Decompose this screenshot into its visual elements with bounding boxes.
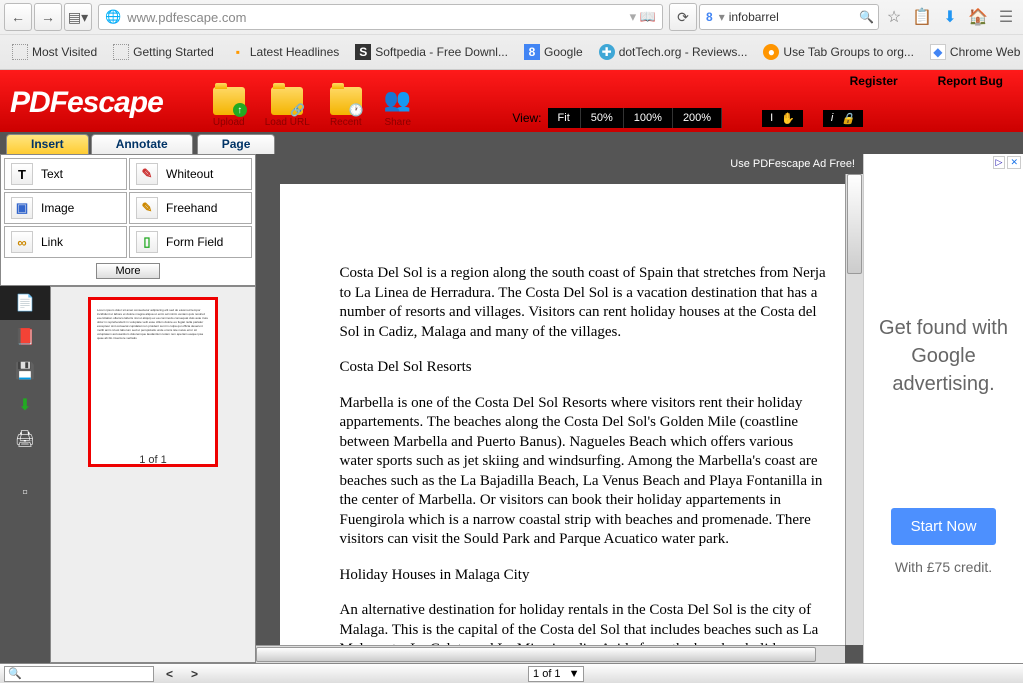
ad-credit: With £75 credit. [864,559,1023,575]
tab-page[interactable]: Page [197,134,276,154]
bookmark-google[interactable]: 8Google [518,42,589,62]
reader-icon[interactable]: ▾ 📖 [630,9,656,25]
text-cursor-icon: I [770,112,773,124]
pages-icon[interactable]: 📄 [0,286,50,320]
bookmark-dropdown[interactable]: ▤▾ [64,3,92,31]
zoom-200[interactable]: 200% [673,108,722,128]
page-thumbnail[interactable]: Lorem ipsum dolor sit amet consectetur a… [88,297,218,467]
tab-annotate[interactable]: Annotate [91,134,193,154]
prev-page[interactable]: < [166,667,173,681]
ad-cta-button[interactable]: Start Now [891,508,997,545]
report-bug-link[interactable]: Report Bug [938,74,1003,88]
search-engine-icon: 8 [704,10,715,24]
url-text: www.pdfescape.com [127,10,246,25]
doc-paragraph: An alternative destination for holiday r… [340,601,830,645]
load-url-button[interactable]: Load URL [265,87,310,128]
star-icon[interactable]: ☆ [881,4,907,30]
bookmark-tabgroups[interactable]: ●Use Tab Groups to org... [757,42,920,62]
view-controls: View: Fit 50% 100% 200% I✋ i🔒 [512,108,863,128]
find-input[interactable]: 🔍 [4,666,154,682]
bookmarks-bar: Most Visited Getting Started ▪Latest Hea… [0,34,1023,68]
document-scroll[interactable]: Costa Del Sol is a region along the sout… [256,174,863,645]
doc-paragraph: Costa Del Sol is a region along the sout… [340,264,830,342]
horizontal-scrollbar[interactable] [256,645,845,663]
pdf-icon[interactable]: 📕 [0,320,50,354]
logo: PDFescape [0,86,173,132]
reload-button[interactable]: ⟳ [669,3,697,31]
tool-whiteout[interactable]: ✎Whiteout [129,158,252,190]
doc-heading: Costa Del Sol Resorts [340,358,830,378]
clipboard-icon[interactable]: 📋 [909,4,935,30]
left-panel: TText ✎Whiteout ▣Image ✎Freehand ∞Link ▯… [0,154,256,663]
lock-icon: 🔒 [841,112,855,125]
pdf-page: Costa Del Sol is a region along the sout… [280,184,850,645]
url-bar[interactable]: 🌐 www.pdfescape.com ▾ 📖 [98,4,663,30]
view-label: View: [512,111,541,125]
download-icon[interactable]: ⬇ [937,4,963,30]
home-icon[interactable]: 🏠 [965,4,991,30]
bookmark-chrome-store[interactable]: ◆Chrome Web Store - P... [924,42,1023,62]
thumbnail-label: 1 of 1 [91,458,215,462]
doc-paragraph: Marbella is one of the Costa Del Sol Res… [340,394,830,550]
bookmark-latest-headlines[interactable]: ▪Latest Headlines [224,42,345,62]
bookmark-dottech[interactable]: ✚dotTech.org - Reviews... [593,42,754,62]
tool-link[interactable]: ∞Link [4,226,127,258]
upload-button[interactable]: Upload [213,87,245,128]
ad-free-link[interactable]: Use PDFescape Ad Free! [256,154,863,174]
document-area: Use PDFescape Ad Free! Costa Del Sol is … [256,154,863,663]
back-button[interactable]: ← [4,3,32,31]
bookmark-getting-started[interactable]: Getting Started [107,42,220,62]
side-icon-strip: 📄 📕 💾 ⬇ 🖨 ▫ [0,286,50,663]
search-icon: 🔍 [8,667,22,680]
browser-chrome: ← → ▤▾ 🌐 www.pdfescape.com ▾ 📖 ⟳ 8 ▾ inf… [0,0,1023,70]
doc-heading: Holiday Houses in Malaga City [340,566,830,586]
globe-icon: 🌐 [105,9,121,25]
zoom-fit[interactable]: Fit [548,108,581,128]
save-icon[interactable]: 💾 [0,354,50,388]
cursor-tools[interactable]: I✋ [762,110,803,127]
search-bar[interactable]: 8 ▾ infobarrel 🔍 [699,4,879,30]
blank-icon[interactable]: ▫ [0,476,50,510]
info-lock[interactable]: i🔒 [823,110,863,127]
ad-headline: Get found with Google advertising. [864,314,1023,398]
share-button[interactable]: Share [382,87,414,128]
tool-freehand[interactable]: ✎Freehand [129,192,252,224]
info-icon: i [831,112,833,125]
tool-form-field[interactable]: ▯Form Field [129,226,252,258]
status-bar: 🔍 < > 1 of 1▼ [0,663,1023,683]
download-icon[interactable]: ⬇ [0,388,50,422]
print-icon[interactable]: 🖨 [0,422,50,456]
tool-panel: TText ✎Whiteout ▣Image ✎Freehand ∞Link ▯… [0,154,256,286]
vertical-scrollbar[interactable] [845,174,863,645]
ad-close-icon[interactable]: ✕ [1007,156,1021,169]
ad-panel: ▷ ✕ Get found with Google advertising. S… [863,154,1023,663]
bookmark-most-visited[interactable]: Most Visited [6,42,103,62]
recent-button[interactable]: Recent [330,87,362,128]
chevron-down-icon: ▼ [569,668,580,680]
search-icon[interactable]: 🔍 [859,10,874,24]
app-header: PDFescape Upload Load URL Recent Share V… [0,70,1023,132]
page-selector[interactable]: 1 of 1▼ [528,666,584,682]
more-button[interactable]: More [96,263,159,279]
editor-tabs: Insert Annotate Page [0,132,1023,154]
hand-icon: ✋ [781,112,795,125]
thumbnail-panel: Lorem ipsum dolor sit amet consectetur a… [50,286,256,663]
ad-info-icon[interactable]: ▷ [993,156,1006,169]
zoom-50[interactable]: 50% [581,108,624,128]
zoom-100[interactable]: 100% [624,108,673,128]
next-page[interactable]: > [191,667,198,681]
tool-image[interactable]: ▣Image [4,192,127,224]
bookmark-softpedia[interactable]: SSoftpedia - Free Downl... [349,42,514,62]
tab-insert[interactable]: Insert [6,134,89,154]
menu-icon[interactable]: ☰ [993,4,1019,30]
register-link[interactable]: Register [850,74,898,88]
tool-text[interactable]: TText [4,158,127,190]
ad-controls: ▷ ✕ [993,156,1021,169]
forward-button[interactable]: → [34,3,62,31]
search-value: infobarrel [729,10,779,24]
